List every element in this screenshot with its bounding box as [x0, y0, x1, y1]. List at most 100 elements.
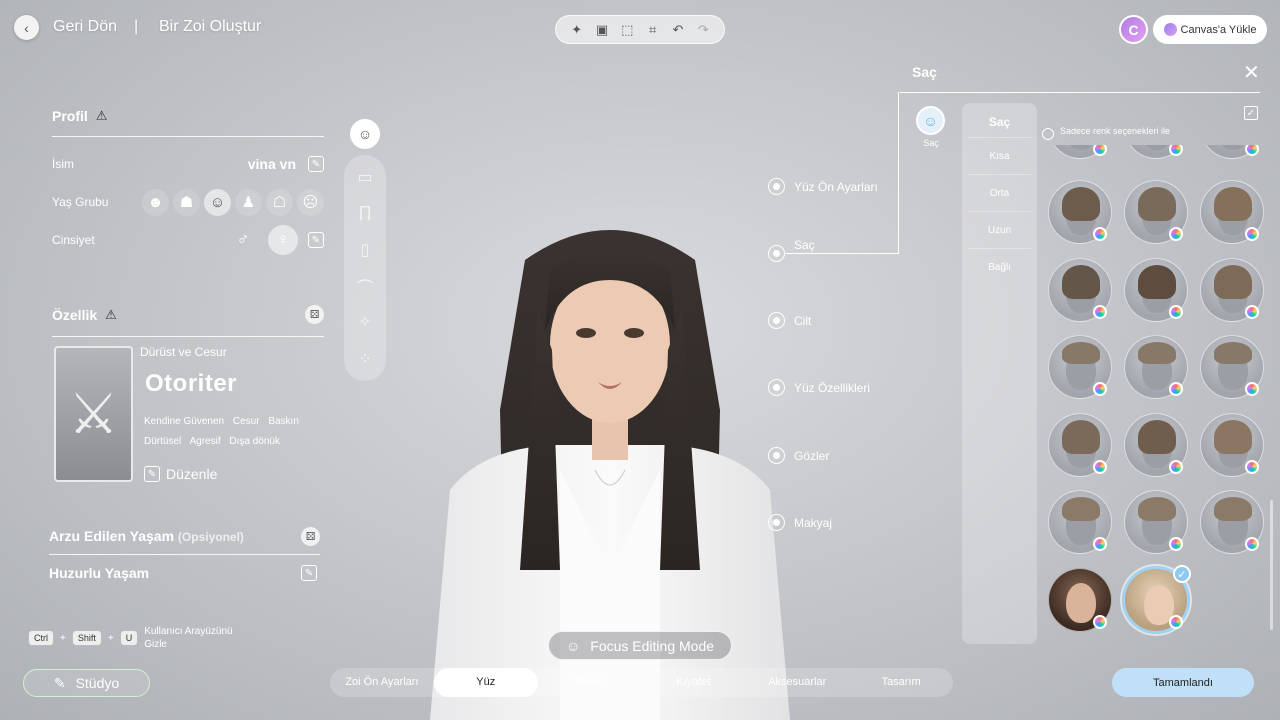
- hair-grid-scrollbar[interactable]: [1270, 500, 1273, 630]
- tab-face[interactable]: Yüz: [433, 668, 538, 697]
- hair-style-grid: ✓: [1042, 145, 1267, 645]
- dice-icon[interactable]: ⚄: [301, 527, 320, 546]
- back-label[interactable]: Geri Dön: [53, 18, 117, 36]
- filter-tied[interactable]: Bağlı: [968, 248, 1031, 285]
- pants-icon[interactable]: ∏: [349, 198, 381, 228]
- face-menu-eyes[interactable]: Gözler: [768, 447, 829, 464]
- focus-editing-button[interactable]: ☺ Focus Editing Mode: [548, 631, 732, 660]
- redo-icon[interactable]: ↷: [694, 22, 712, 38]
- tab-outfit[interactable]: Kıyafet: [641, 668, 745, 697]
- hair-style-option[interactable]: [1048, 258, 1112, 322]
- hair-style-option[interactable]: [1124, 180, 1188, 244]
- tab-zoi-presets[interactable]: Zoi Ön Ayarları: [330, 668, 434, 697]
- female-icon[interactable]: ♀: [268, 225, 298, 255]
- adult-icon[interactable]: ♟: [235, 188, 262, 216]
- select-all-checkbox[interactable]: ✓: [1244, 106, 1258, 120]
- hair-style-option[interactable]: [1124, 145, 1188, 159]
- trait-tag: Dürtüsel: [144, 436, 182, 447]
- hair-style-option[interactable]: [1124, 258, 1188, 322]
- optional-label: (Opsiyonel): [177, 530, 244, 544]
- desired-life-value: Huzurlu Yaşam: [49, 565, 150, 581]
- face-menu-skin[interactable]: Cilt: [768, 312, 811, 329]
- middle-age-icon[interactable]: ☖: [266, 188, 293, 216]
- sparkle-icon[interactable]: ✦: [568, 22, 586, 38]
- camera-toolbar: ✦ ▣ ⬚ ⌗ ↶ ↷: [555, 15, 725, 44]
- hair-style-option[interactable]: [1200, 180, 1264, 244]
- color-only-option[interactable]: Sadece renk seçenekleri ile: [1042, 126, 1172, 140]
- user-avatar[interactable]: C: [1119, 15, 1148, 44]
- filter-medium[interactable]: Orta: [968, 174, 1031, 211]
- face-menu-hair[interactable]: Saç: [768, 238, 815, 262]
- edit-name-icon[interactable]: ✎: [308, 156, 324, 172]
- camera-icon[interactable]: ▣: [593, 22, 611, 38]
- hair-style-option[interactable]: [1200, 490, 1264, 554]
- hair-style-option[interactable]: [1048, 413, 1112, 477]
- color-wheel-icon: [1169, 615, 1183, 629]
- hair-style-option[interactable]: [1048, 490, 1112, 554]
- hair-style-option[interactable]: [1048, 145, 1112, 159]
- title-separator: |: [134, 18, 139, 35]
- hair-style-option[interactable]: [1200, 413, 1264, 477]
- face-menu-label: Yüz Özellikleri: [794, 380, 871, 395]
- radio-icon: [768, 312, 785, 329]
- trait-header: Özellik ⚠ ⚄: [52, 305, 324, 324]
- hair-style-option[interactable]: [1200, 145, 1264, 159]
- shoes-icon[interactable]: ⌒: [349, 271, 381, 301]
- profile-panel: Profil ⚠ İsim vina vn ✎ Yaş Grubu ☻ ☗ ☺ …: [52, 108, 324, 337]
- edit-gender-icon[interactable]: ✎: [308, 232, 324, 248]
- color-wheel-icon: [1169, 145, 1183, 156]
- trait-name: Otoriter: [145, 370, 238, 397]
- face-menu-label: Saç: [794, 237, 815, 252]
- studio-button[interactable]: ✎ Stüdyo: [23, 669, 150, 697]
- warning-icon: ⚠: [95, 108, 108, 123]
- plus-sign: +: [107, 632, 114, 644]
- hair-category[interactable]: ☺ Saç: [916, 106, 946, 148]
- jacket-icon[interactable]: ▯: [349, 235, 381, 265]
- tab-body[interactable]: Vücut: [538, 668, 642, 697]
- hair-style-option[interactable]: [1124, 413, 1188, 477]
- upload-canvas-button[interactable]: Canvas'a Yükle: [1153, 15, 1267, 44]
- face-menu-makeup[interactable]: Makyaj: [768, 514, 832, 531]
- face-scan-icon[interactable]: ⌗: [644, 22, 662, 38]
- baby-icon[interactable]: ☻: [142, 188, 169, 216]
- hair-style-option[interactable]: [1048, 180, 1112, 244]
- hair-style-option[interactable]: [1200, 258, 1264, 322]
- add-user-icon[interactable]: ☺: [350, 119, 380, 149]
- accessory-icon[interactable]: ✧: [349, 307, 381, 337]
- dice-icon[interactable]: ⚄: [305, 305, 324, 324]
- hair-style-option[interactable]: [1048, 568, 1112, 632]
- hair-style-option[interactable]: [1048, 335, 1112, 399]
- color-wheel-icon: [1245, 382, 1259, 396]
- male-icon[interactable]: ♂: [228, 225, 258, 255]
- top-icon[interactable]: ▭: [349, 162, 381, 192]
- face-menu-features[interactable]: Yüz Özellikleri: [768, 379, 870, 396]
- user-edit-icon: ☺: [565, 637, 581, 654]
- edit-desired-life-icon[interactable]: ✎: [301, 565, 317, 581]
- hair-style-option[interactable]: [1200, 335, 1264, 399]
- filter-short[interactable]: Kısa: [968, 137, 1031, 174]
- hair-style-option-selected[interactable]: ✓: [1122, 565, 1191, 634]
- tab-design[interactable]: Tasarım: [849, 668, 953, 697]
- tab-accessories[interactable]: Aksesuarlar: [745, 668, 849, 697]
- young-adult-icon[interactable]: ☺: [204, 188, 231, 216]
- undo-icon[interactable]: ↶: [669, 22, 687, 38]
- student-icon[interactable]: ☗: [173, 188, 200, 216]
- misc-icon[interactable]: ⁘: [349, 344, 381, 374]
- edit-trait-button[interactable]: ✎ Düzenle: [144, 466, 217, 482]
- connector-line: [898, 92, 899, 254]
- elder-icon[interactable]: ☹: [297, 188, 324, 216]
- hide-ui-shortcut: Ctrl + Shift + U Kullanıcı Arayüzünü Giz…: [28, 625, 233, 651]
- back-button[interactable]: ‹: [14, 15, 39, 40]
- done-button[interactable]: Tamamlandı: [1112, 668, 1254, 697]
- trait-card[interactable]: ⚔: [54, 346, 133, 482]
- name-label: İsim: [52, 157, 74, 171]
- face-menu-presets[interactable]: Yüz Ön Ayarları: [768, 178, 878, 195]
- color-wheel-icon: [1169, 460, 1183, 474]
- close-icon[interactable]: ✕: [1243, 60, 1260, 85]
- frame-icon[interactable]: ⬚: [618, 22, 636, 38]
- hair-style-option[interactable]: [1124, 490, 1188, 554]
- color-wheel-icon: [1093, 145, 1107, 156]
- hair-style-option[interactable]: [1124, 335, 1188, 399]
- hair-category-label: Saç: [923, 138, 939, 148]
- filter-long[interactable]: Uzun: [968, 211, 1031, 248]
